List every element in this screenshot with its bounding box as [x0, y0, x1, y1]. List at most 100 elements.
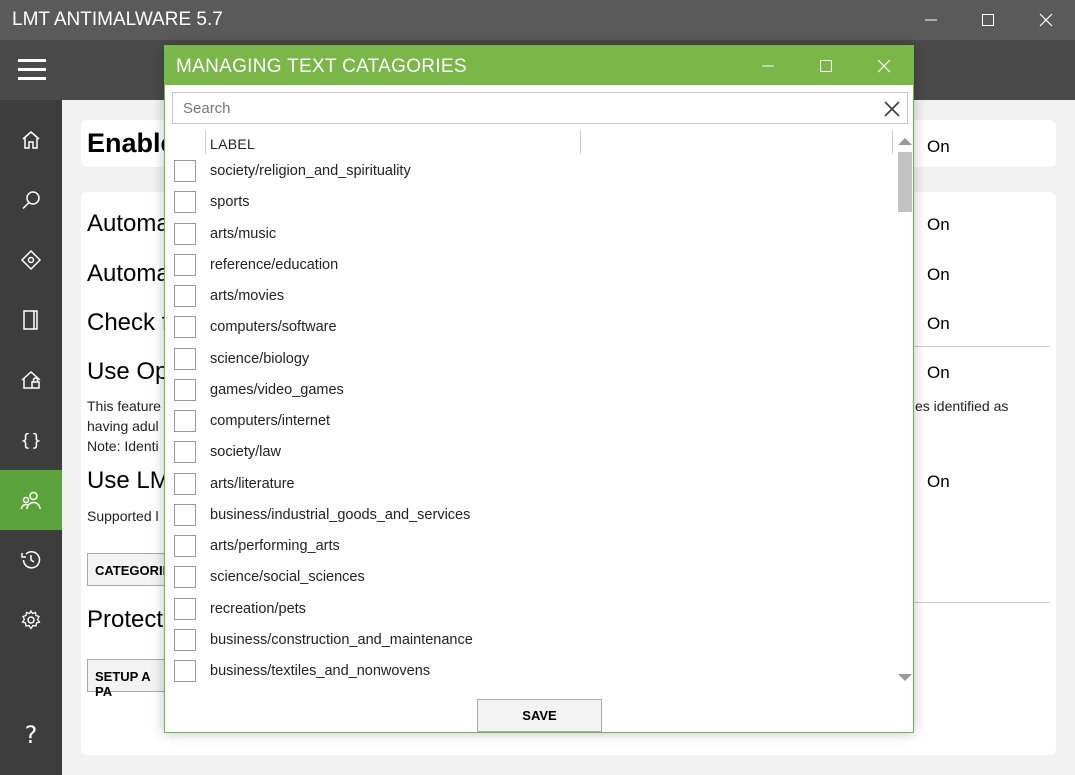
list-item[interactable]: arts/movies: [165, 281, 895, 312]
dialog-close-button[interactable]: [855, 46, 913, 85]
nav-document[interactable]: [0, 290, 62, 350]
list-item[interactable]: science/biology: [165, 344, 895, 375]
category-checkbox[interactable]: [174, 316, 196, 339]
category-label: sports: [210, 194, 250, 211]
category-label: computers/internet: [210, 413, 331, 429]
clear-search-icon[interactable]: [882, 99, 902, 119]
category-checkbox[interactable]: [174, 535, 196, 557]
sidebar: {} ?: [0, 100, 62, 775]
category-label: science/biology: [210, 350, 310, 367]
column-separator[interactable]: [892, 130, 893, 154]
history-icon: [21, 551, 41, 569]
category-checkbox[interactable]: [174, 222, 196, 245]
category-checkbox[interactable]: [174, 410, 196, 432]
list-item[interactable]: arts/literature: [165, 469, 895, 500]
category-checkbox[interactable]: [174, 285, 196, 307]
dialog-maximize-button[interactable]: [797, 46, 855, 85]
category-checkbox[interactable]: [174, 253, 196, 276]
category-label: computers/software: [210, 319, 337, 336]
dialog-titlebar: MANAGING TEXT CATAGORIES: [165, 46, 913, 85]
close-button[interactable]: [1018, 0, 1074, 40]
category-label: games/video_games: [210, 381, 344, 398]
list-item[interactable]: business/construction_and_maintenance: [165, 625, 895, 656]
list-item[interactable]: computers/software: [165, 312, 895, 343]
list-item[interactable]: recreation/pets: [165, 594, 895, 625]
list-item[interactable]: games/video_games: [165, 375, 895, 406]
search-icon: [22, 191, 40, 210]
setting-status-2[interactable]: On: [927, 265, 950, 285]
minimize-button[interactable]: [903, 0, 959, 40]
nav-search[interactable]: [0, 170, 62, 230]
scrollbar-thumb[interactable]: [898, 152, 912, 212]
app-title: LMT ANTIMALWARE 5.7: [12, 9, 223, 30]
label-column-header[interactable]: LABEL: [210, 136, 255, 152]
category-label: business/construction_and_maintenance: [210, 631, 473, 648]
divider: [912, 346, 1050, 347]
nav-home-shield[interactable]: [0, 350, 62, 410]
nav-settings[interactable]: [0, 590, 62, 650]
nav-history[interactable]: [0, 530, 62, 590]
desc-line-1-right: es identified as: [915, 398, 1009, 414]
category-list: society/religion_and_spiritualitysports a…: [165, 156, 895, 685]
nav-help[interactable]: ?: [0, 705, 62, 765]
hamburger-menu-icon[interactable]: [18, 59, 46, 81]
maximize-icon: [982, 14, 994, 26]
category-checkbox[interactable]: [174, 660, 196, 682]
vertical-scrollbar[interactable]: [895, 130, 913, 685]
category-checkbox[interactable]: [174, 191, 196, 214]
category-label: science/social_sciences: [210, 569, 365, 586]
category-label: reference/education: [210, 256, 339, 273]
users-icon: [20, 491, 41, 510]
list-item[interactable]: business/industrial_goods_and_services: [165, 500, 895, 531]
save-button[interactable]: SAVE: [477, 699, 602, 732]
help-icon: ?: [24, 721, 38, 749]
category-checkbox[interactable]: [174, 347, 196, 370]
desc-line-3: Note: Identi: [87, 438, 159, 454]
desc-line-2: having adul: [87, 418, 159, 434]
category-checkbox[interactable]: [174, 160, 196, 182]
category-grid: LABEL society/religion_and_spirituality s…: [165, 130, 913, 685]
list-item[interactable]: science/social_sciences: [165, 562, 895, 593]
category-checkbox[interactable]: [174, 566, 196, 589]
search-input[interactable]: [173, 93, 873, 123]
category-label: arts/movies: [210, 288, 285, 304]
dialog-minimize-button[interactable]: [739, 46, 797, 85]
category-label: business/textiles_and_nonwovens: [210, 663, 431, 679]
category-checkbox[interactable]: [174, 378, 196, 401]
list-item[interactable]: business/textiles_and_nonwovens: [165, 656, 895, 685]
home-shield-icon: [21, 370, 41, 389]
nav-home[interactable]: [0, 110, 62, 170]
category-checkbox[interactable]: [174, 441, 196, 464]
column-separator[interactable]: [205, 130, 206, 154]
svg-text:{}: {}: [20, 431, 42, 451]
setting-status-5[interactable]: On: [927, 472, 950, 492]
category-checkbox[interactable]: [174, 503, 196, 526]
list-item[interactable]: society/religion_and_spirituality: [165, 156, 895, 187]
minimize-icon: [925, 19, 937, 21]
list-item[interactable]: reference/education: [165, 250, 895, 281]
home-icon: [22, 131, 40, 149]
scroll-down-arrow-icon[interactable]: [898, 674, 912, 681]
enable-status: On: [927, 137, 950, 156]
nav-code[interactable]: {}: [0, 410, 62, 470]
list-item[interactable]: computers/internet: [165, 406, 895, 437]
category-checkbox[interactable]: [174, 628, 196, 651]
nav-scan[interactable]: [0, 230, 62, 290]
setting-status-3[interactable]: On: [927, 314, 950, 334]
category-checkbox[interactable]: [174, 597, 196, 620]
category-label: society/religion_and_spirituality: [210, 163, 411, 179]
setting-status-4[interactable]: On: [927, 363, 950, 383]
nav-users[interactable]: [0, 470, 62, 530]
maximize-button[interactable]: [960, 0, 1016, 40]
column-separator[interactable]: [580, 130, 581, 154]
list-item[interactable]: society/law: [165, 437, 895, 468]
category-checkbox[interactable]: [174, 472, 196, 495]
list-item[interactable]: arts/performing_arts: [165, 531, 895, 562]
list-item[interactable]: arts/music: [165, 219, 895, 250]
list-item[interactable]: sports: [165, 187, 895, 218]
close-icon: [877, 59, 891, 72]
scroll-up-arrow-icon[interactable]: [898, 138, 912, 145]
dialog-title: MANAGING TEXT CATAGORIES: [176, 56, 467, 77]
setting-status-1[interactable]: On: [927, 215, 950, 235]
category-label: arts/performing_arts: [210, 538, 340, 554]
